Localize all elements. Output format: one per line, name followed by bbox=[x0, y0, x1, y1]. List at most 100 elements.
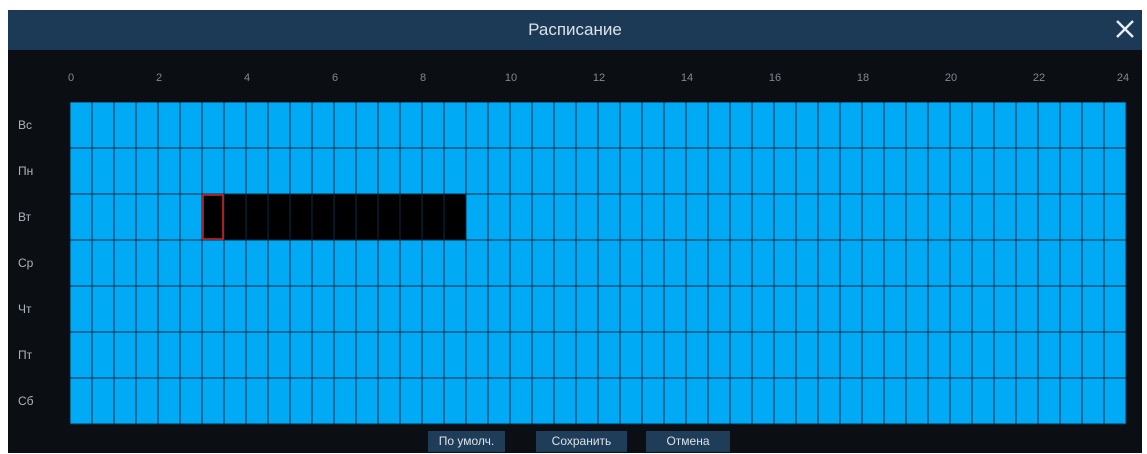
schedule-cell[interactable] bbox=[179, 285, 203, 333]
schedule-cell[interactable] bbox=[641, 193, 665, 241]
schedule-cell[interactable] bbox=[751, 285, 775, 333]
schedule-cell[interactable] bbox=[619, 239, 643, 287]
schedule-cell[interactable] bbox=[377, 147, 401, 195]
schedule-cell[interactable] bbox=[883, 102, 907, 149]
schedule-cell[interactable] bbox=[355, 285, 379, 333]
schedule-cell[interactable] bbox=[817, 193, 841, 241]
schedule-cell[interactable] bbox=[509, 377, 533, 425]
schedule-cell[interactable] bbox=[1059, 239, 1083, 287]
schedule-cell[interactable] bbox=[751, 377, 775, 425]
schedule-cell[interactable] bbox=[905, 147, 929, 195]
schedule-cell[interactable] bbox=[553, 331, 577, 379]
schedule-cell[interactable] bbox=[333, 239, 357, 287]
schedule-cell[interactable] bbox=[817, 147, 841, 195]
schedule-cell[interactable] bbox=[795, 147, 819, 195]
schedule-cell[interactable] bbox=[1081, 285, 1105, 333]
schedule-cell[interactable] bbox=[1081, 102, 1105, 149]
schedule-cell[interactable] bbox=[751, 331, 775, 379]
schedule-cell[interactable] bbox=[773, 147, 797, 195]
schedule-cell[interactable] bbox=[465, 285, 489, 333]
schedule-cell[interactable] bbox=[245, 193, 269, 241]
schedule-cell[interactable] bbox=[575, 331, 599, 379]
schedule-cell[interactable] bbox=[839, 147, 863, 195]
schedule-cell[interactable] bbox=[289, 193, 313, 241]
schedule-cell[interactable] bbox=[993, 285, 1017, 333]
schedule-cell[interactable] bbox=[157, 102, 181, 149]
schedule-cell[interactable] bbox=[267, 285, 291, 333]
schedule-cell[interactable] bbox=[113, 147, 137, 195]
schedule-cell[interactable] bbox=[223, 147, 247, 195]
schedule-cell[interactable] bbox=[707, 331, 731, 379]
schedule-cell[interactable] bbox=[333, 193, 357, 241]
schedule-cell[interactable] bbox=[399, 193, 423, 241]
schedule-cell[interactable] bbox=[113, 102, 137, 149]
schedule-cell[interactable] bbox=[487, 239, 511, 287]
schedule-cell[interactable] bbox=[311, 193, 335, 241]
schedule-cell[interactable] bbox=[223, 193, 247, 241]
schedule-cell[interactable] bbox=[421, 377, 445, 425]
schedule-cell[interactable] bbox=[179, 331, 203, 379]
schedule-cell[interactable] bbox=[70, 147, 93, 195]
schedule-cell[interactable] bbox=[113, 331, 137, 379]
schedule-cell[interactable] bbox=[949, 193, 973, 241]
schedule-cell[interactable] bbox=[685, 147, 709, 195]
schedule-cell[interactable] bbox=[1103, 102, 1127, 149]
schedule-cell[interactable] bbox=[465, 102, 489, 149]
schedule-cell[interactable] bbox=[1015, 377, 1039, 425]
schedule-cell[interactable] bbox=[1103, 147, 1127, 195]
schedule-cell[interactable] bbox=[1103, 377, 1127, 425]
schedule-cell[interactable] bbox=[179, 102, 203, 149]
schedule-cell[interactable] bbox=[1059, 285, 1083, 333]
schedule-cell[interactable] bbox=[487, 285, 511, 333]
schedule-cell[interactable] bbox=[993, 239, 1017, 287]
schedule-cell[interactable] bbox=[883, 147, 907, 195]
schedule-cell[interactable] bbox=[729, 239, 753, 287]
schedule-cell[interactable] bbox=[487, 331, 511, 379]
schedule-cell[interactable] bbox=[597, 377, 621, 425]
schedule-cell[interactable] bbox=[223, 239, 247, 287]
schedule-cell[interactable] bbox=[971, 147, 995, 195]
schedule-cell[interactable] bbox=[1081, 193, 1105, 241]
schedule-cell[interactable] bbox=[223, 331, 247, 379]
schedule-cell[interactable] bbox=[91, 193, 115, 241]
schedule-cell[interactable] bbox=[223, 285, 247, 333]
schedule-cell[interactable] bbox=[1037, 102, 1061, 149]
schedule-cell[interactable] bbox=[135, 331, 159, 379]
schedule-cell[interactable] bbox=[1081, 331, 1105, 379]
schedule-cell[interactable] bbox=[531, 377, 555, 425]
schedule-cell[interactable] bbox=[245, 239, 269, 287]
schedule-cell[interactable] bbox=[905, 285, 929, 333]
schedule-cell[interactable] bbox=[421, 193, 445, 241]
schedule-cell[interactable] bbox=[465, 147, 489, 195]
schedule-cell[interactable] bbox=[817, 377, 841, 425]
schedule-cell[interactable] bbox=[795, 377, 819, 425]
schedule-cell[interactable] bbox=[993, 147, 1017, 195]
schedule-cell[interactable] bbox=[531, 239, 555, 287]
schedule-cell[interactable] bbox=[267, 147, 291, 195]
schedule-cell[interactable] bbox=[927, 147, 951, 195]
schedule-cell[interactable] bbox=[1015, 147, 1039, 195]
schedule-cell[interactable] bbox=[971, 377, 995, 425]
cancel-button[interactable]: Отмена bbox=[646, 431, 730, 452]
schedule-cell[interactable] bbox=[333, 285, 357, 333]
schedule-cell[interactable] bbox=[531, 147, 555, 195]
schedule-cell[interactable] bbox=[641, 331, 665, 379]
schedule-cell[interactable] bbox=[289, 147, 313, 195]
schedule-cell[interactable] bbox=[1015, 239, 1039, 287]
schedule-cell[interactable] bbox=[113, 193, 137, 241]
schedule-cell[interactable] bbox=[1015, 331, 1039, 379]
schedule-cell[interactable] bbox=[179, 193, 203, 241]
schedule-cell[interactable] bbox=[443, 193, 467, 241]
schedule-cell[interactable] bbox=[509, 331, 533, 379]
schedule-cell[interactable] bbox=[553, 377, 577, 425]
schedule-cell[interactable] bbox=[245, 377, 269, 425]
schedule-cell[interactable] bbox=[1037, 377, 1061, 425]
schedule-cell[interactable] bbox=[597, 102, 621, 149]
schedule-cell[interactable] bbox=[707, 147, 731, 195]
schedule-cell[interactable] bbox=[135, 147, 159, 195]
schedule-cell[interactable] bbox=[1103, 331, 1127, 379]
schedule-cell[interactable] bbox=[223, 102, 247, 149]
schedule-cell[interactable] bbox=[927, 193, 951, 241]
schedule-cell[interactable] bbox=[773, 193, 797, 241]
schedule-cell[interactable] bbox=[91, 377, 115, 425]
